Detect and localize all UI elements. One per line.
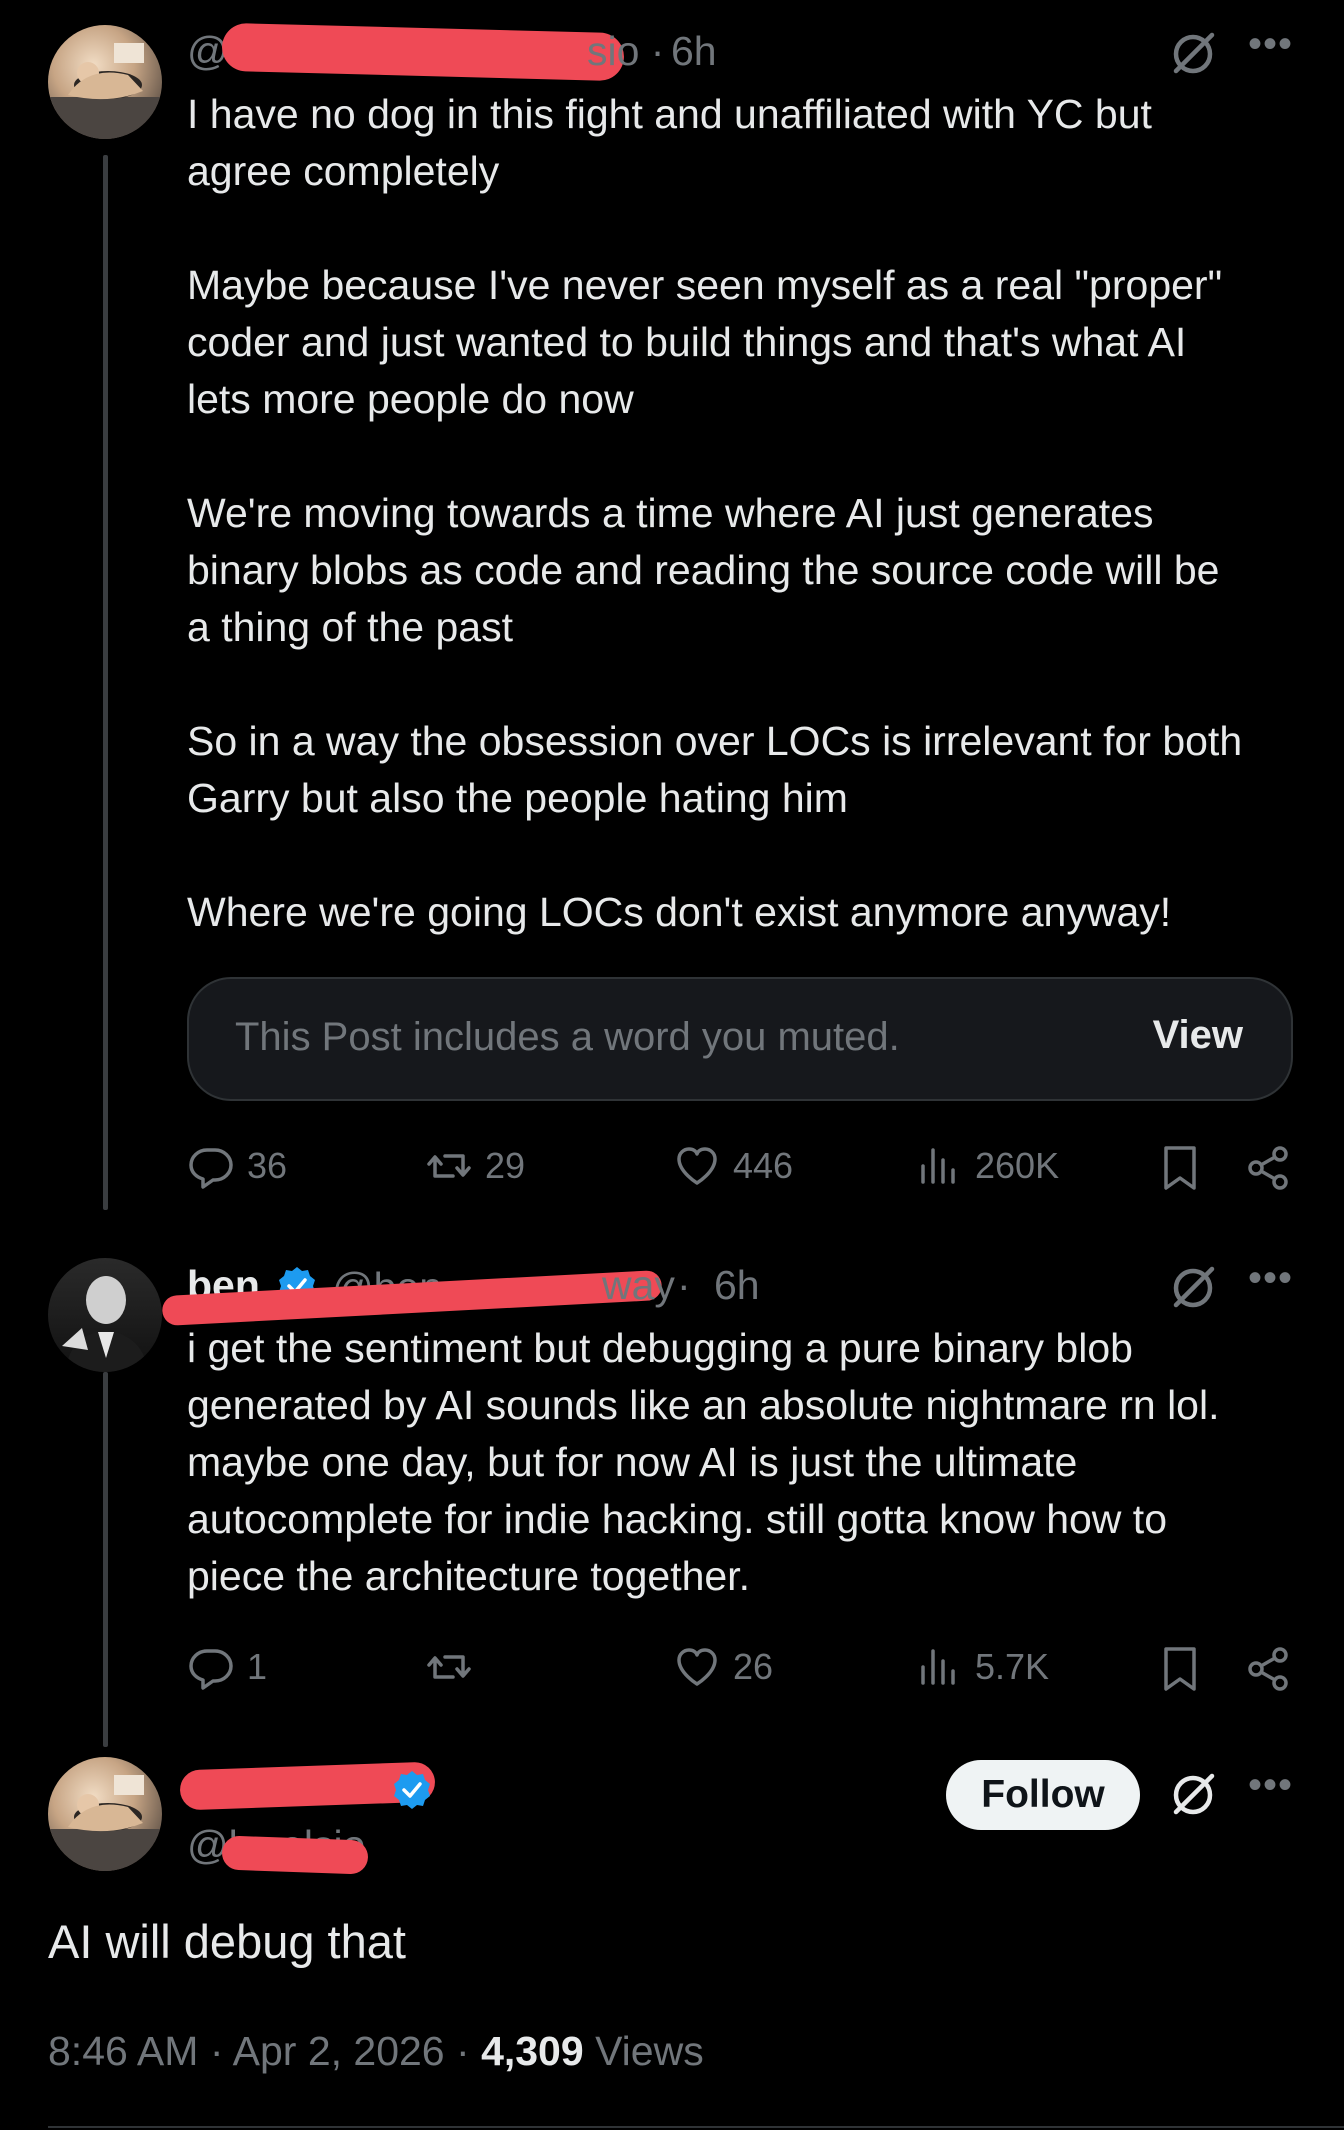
repost-icon xyxy=(427,1154,471,1178)
post-date[interactable]: Apr 2, 2026 xyxy=(233,2028,445,2074)
grok-icon[interactable] xyxy=(1165,26,1221,82)
bookmark-icon[interactable] xyxy=(1152,1641,1208,1697)
like-button[interactable]: 446 xyxy=(673,1142,793,1190)
like-count: 26 xyxy=(733,1646,774,1687)
avatar-photo xyxy=(62,1276,148,1372)
views-button[interactable]: 260K xyxy=(915,1142,1059,1190)
post-time[interactable]: 6h xyxy=(671,28,717,75)
avatar-photo xyxy=(48,43,162,139)
grok-icon[interactable] xyxy=(1165,1260,1221,1316)
muted-notice-text: This Post includes a word you muted. xyxy=(235,1015,900,1059)
like-icon xyxy=(677,1648,717,1686)
repost-icon xyxy=(427,1655,471,1679)
reply-button[interactable]: 1 xyxy=(187,1643,267,1691)
reply-icon xyxy=(189,1148,233,1189)
divider xyxy=(48,2126,1344,2128)
like-button[interactable]: 26 xyxy=(673,1643,773,1691)
verified-badge-icon xyxy=(390,1768,434,1817)
repost-count: 29 xyxy=(485,1145,526,1186)
post-footer: 8:46 AM · Apr 2, 2026 · 4,309 Views xyxy=(48,2028,704,2075)
more-icon[interactable]: ••• xyxy=(1248,1763,1293,1808)
more-icon[interactable]: ••• xyxy=(1248,1256,1293,1301)
separator: · xyxy=(444,2028,482,2074)
redaction-mark xyxy=(221,22,625,82)
reply-count: 36 xyxy=(247,1145,288,1186)
share-icon[interactable] xyxy=(1240,1140,1296,1196)
repost-button[interactable] xyxy=(425,1643,485,1691)
muted-word-notice: This Post includes a word you muted. Vie… xyxy=(187,977,1293,1101)
thread-line xyxy=(103,155,108,1210)
author-handle-tail: way xyxy=(602,1262,675,1308)
views-icon xyxy=(921,1649,955,1685)
separator: · xyxy=(198,2028,233,2074)
post-time-prefix: · xyxy=(677,1262,691,1308)
reply-count: 1 xyxy=(247,1646,268,1687)
views-count: 4,309 xyxy=(481,2028,584,2074)
reply-icon xyxy=(189,1649,233,1690)
share-icon[interactable] xyxy=(1240,1641,1296,1697)
like-count: 446 xyxy=(733,1145,794,1186)
post-text: i get the sentiment but debugging a pure… xyxy=(187,1325,1220,1599)
avatar[interactable] xyxy=(48,1258,162,1372)
reply-button[interactable]: 36 xyxy=(187,1142,287,1190)
follow-button[interactable]: Follow xyxy=(946,1760,1140,1830)
post-text: I have no dog in this fight and unaffili… xyxy=(187,91,1243,935)
redaction-mark xyxy=(221,1835,369,1875)
views-icon xyxy=(921,1148,955,1184)
post-time-prefix: sio · xyxy=(587,28,665,74)
grok-icon[interactable] xyxy=(1165,1767,1221,1823)
views-label: Views xyxy=(595,2028,704,2074)
more-icon[interactable]: ••• xyxy=(1248,22,1293,67)
thread-line xyxy=(103,1372,108,1747)
views-count: 260K xyxy=(975,1145,1060,1186)
avatar[interactable] xyxy=(48,1757,162,1871)
post-time[interactable]: 6h xyxy=(714,1262,760,1309)
views-count: 5.7K xyxy=(975,1646,1050,1687)
like-icon xyxy=(677,1147,717,1185)
view-button[interactable]: View xyxy=(1153,1013,1243,1058)
repost-button[interactable]: 29 xyxy=(425,1142,525,1190)
avatar[interactable] xyxy=(48,25,162,139)
bookmark-icon[interactable] xyxy=(1152,1140,1208,1196)
post-time[interactable]: 8:46 AM xyxy=(48,2028,198,2074)
post-text: AI will debug that xyxy=(48,1915,406,1968)
views-button[interactable]: 5.7K xyxy=(915,1643,1049,1691)
avatar-photo xyxy=(48,1775,162,1871)
